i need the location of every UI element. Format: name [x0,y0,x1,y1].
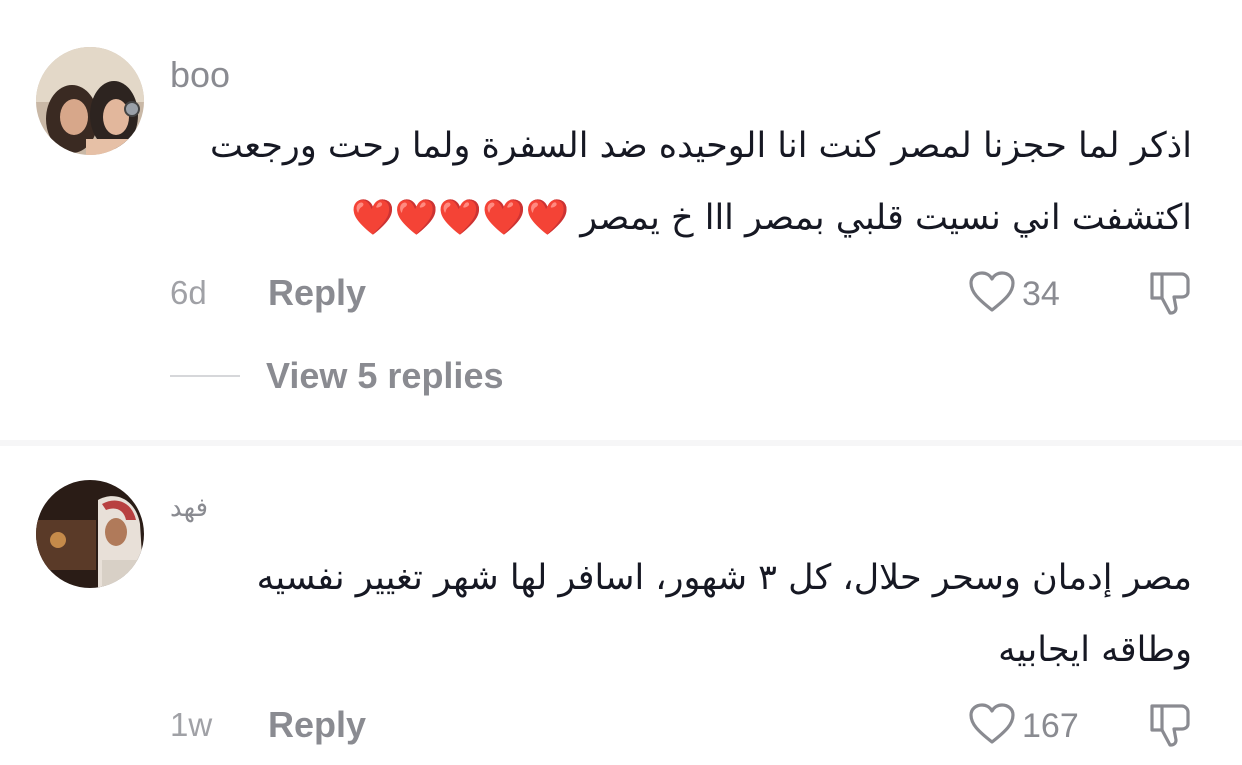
comment-text: اذكر لما حجزنا لمصر كنت انا الوحيده ضد ا… [160,110,1192,254]
replies-divider-line [170,375,240,377]
heart-outline-icon [968,702,1016,750]
view-replies-button[interactable]: View 5 replies [170,355,503,397]
like-button[interactable]: 167 [968,702,1079,750]
heart-outline-icon [968,270,1016,318]
thumbs-down-icon [1148,272,1192,320]
reply-button[interactable]: Reply [268,272,366,314]
like-count: 34 [1022,274,1060,313]
like-count: 167 [1022,706,1079,745]
dislike-button[interactable] [1148,270,1192,320]
avatar[interactable] [36,480,144,588]
thumbs-down-icon [1148,704,1192,752]
comment-timestamp: 1w [170,706,213,743]
comment-username[interactable]: فهد [170,492,208,523]
comment-text-line: مصر إدمان وسحر حلال، كل ٣ شهور، اسافر له… [256,558,1192,598]
comment-text-line: اكتشفت اني نسيت قلبي بمصر ااا خ يمصر ❤️❤… [351,198,1192,238]
comment-text-line: اذكر لما حجزنا لمصر كنت انا الوحيده ضد ا… [210,126,1192,166]
reply-button[interactable]: Reply [268,704,366,746]
avatar[interactable] [36,47,144,155]
comment-username[interactable]: boo [170,54,230,96]
comment-separator [0,440,1242,446]
comment-text-line: وطاقه ايجابيه [998,630,1192,670]
dislike-button[interactable] [1148,702,1192,752]
like-button[interactable]: 34 [968,270,1060,318]
comment-text: مصر إدمان وسحر حلال، كل ٣ شهور، اسافر له… [160,542,1192,686]
comment-timestamp: 6d [170,274,207,311]
view-replies-label: View 5 replies [266,355,504,396]
